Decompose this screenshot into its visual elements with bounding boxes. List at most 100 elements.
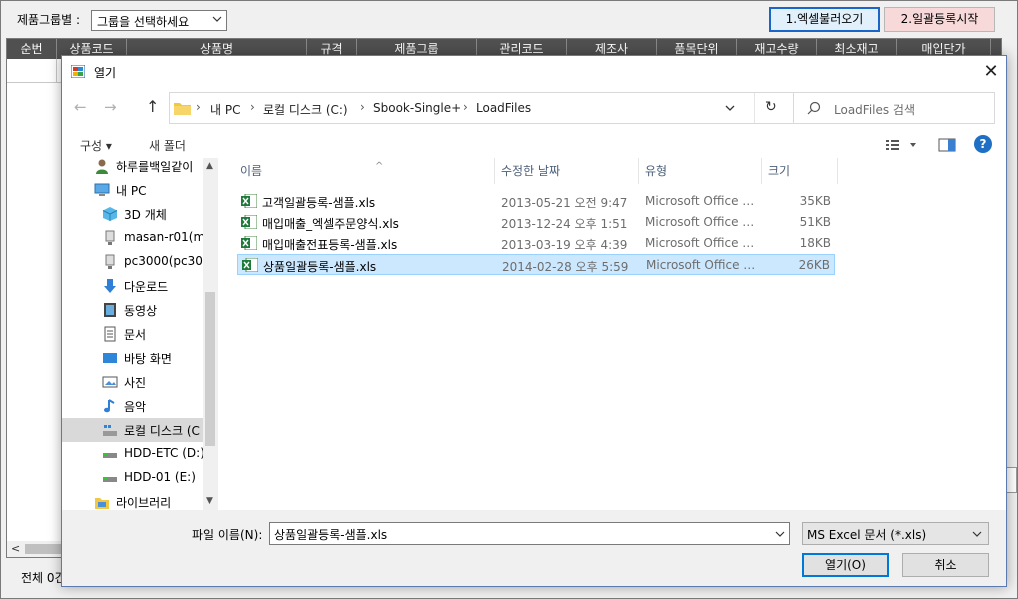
breadcrumb-item[interactable]: 내 PC bbox=[210, 101, 240, 118]
sidebar-item-label: 다운로드 bbox=[124, 280, 169, 294]
filetype-select[interactable]: MS Excel 문서 (*.xls) bbox=[802, 522, 989, 545]
video-icon bbox=[104, 303, 116, 317]
excel-file-icon bbox=[242, 258, 258, 272]
filename-label: 파일 이름(N): bbox=[192, 528, 263, 542]
file-name: 고객일괄등록-샘플.xls bbox=[262, 196, 376, 210]
network-drive-icon bbox=[105, 230, 115, 245]
navigation-bar: ← → ↑ › 내 PC › 로컬 디스크 (C:) › Sbook-Singl… bbox=[62, 86, 1006, 130]
file-list-header: ^ 이름 수정한 날짜 유형 크기 bbox=[218, 158, 1007, 184]
group-select[interactable]: 그룹을 선택하세요 bbox=[91, 10, 227, 31]
chevron-down-icon[interactable] bbox=[775, 529, 785, 539]
column-header-label: 유형 bbox=[645, 164, 668, 178]
scroll-thumb[interactable] bbox=[205, 292, 215, 446]
sidebar-item-drive-e[interactable]: HDD-01 (E:) bbox=[62, 466, 203, 490]
open-file-dialog: 열기 ✕ ← → ↑ › 내 PC › 로컬 디스크 (C:) › Sbook-… bbox=[61, 55, 1007, 587]
close-button[interactable]: ✕ bbox=[980, 61, 1002, 83]
breadcrumb-item[interactable]: Sbook-Single+ bbox=[373, 101, 461, 115]
back-arrow-icon[interactable]: ← bbox=[74, 98, 87, 116]
column-header-label: 이름 bbox=[240, 164, 263, 178]
search-box[interactable]: LoadFiles 검색 bbox=[793, 92, 995, 124]
breadcrumb-separator-icon: › bbox=[196, 100, 201, 114]
sidebar-item-label: 바탕 화면 bbox=[124, 352, 172, 366]
refresh-icon: ↻ bbox=[765, 99, 777, 115]
forward-arrow-icon[interactable]: → bbox=[104, 98, 117, 116]
sidebar-item-drive-d[interactable]: HDD-ETC (D:) bbox=[62, 442, 203, 466]
address-bar[interactable]: › 내 PC › 로컬 디스크 (C:) › Sbook-Single+ › L… bbox=[169, 92, 810, 124]
chevron-down-icon bbox=[972, 531, 982, 537]
user-icon bbox=[96, 159, 108, 174]
file-row[interactable]: 매입매출_엑셀주문양식.xls 2013-12-24 오후 1:51 Micro… bbox=[237, 212, 835, 233]
file-date: 2013-03-19 오후 4:39 bbox=[501, 238, 628, 252]
sidebar-item-label: 라이브러리 bbox=[116, 496, 172, 510]
breadcrumb-item[interactable]: LoadFiles bbox=[476, 101, 531, 115]
bulk-register-button[interactable]: 2.일괄등록시작 bbox=[884, 7, 995, 32]
windows-drive-icon bbox=[103, 425, 117, 436]
column-header-date[interactable]: 수정한 날짜 bbox=[495, 158, 639, 184]
dialog-footer: 파일 이름(N): 상품일괄등록-샘플.xls MS Excel 문서 (*.x… bbox=[62, 510, 1006, 586]
sidebar-item-desktop[interactable]: 바탕 화면 bbox=[62, 346, 203, 370]
chevron-up-icon[interactable]: ▲ bbox=[206, 161, 213, 171]
file-row-selected[interactable]: 상품일괄등록-샘플.xls 2014-02-28 오후 5:59 Microso… bbox=[237, 254, 835, 275]
excel-load-button[interactable]: 1.엑셀불러오기 bbox=[769, 7, 880, 32]
search-input[interactable]: LoadFiles 검색 bbox=[834, 101, 915, 118]
grid-col-header[interactable]: 순번 bbox=[7, 39, 57, 59]
column-header-size[interactable]: 크기 bbox=[762, 158, 838, 184]
group-filter-label: 제품그룹별 : bbox=[17, 13, 81, 27]
sidebar-item-label: 문서 bbox=[124, 328, 147, 342]
navigation-pane[interactable]: 하루를백일같이 내 PC 3D 개체 masan-r01(ma pc3000(p… bbox=[62, 158, 217, 510]
sidebar-item-downloads[interactable]: 다운로드 bbox=[62, 274, 203, 298]
view-options-icon[interactable] bbox=[884, 137, 920, 153]
file-list[interactable]: ^ 이름 수정한 날짜 유형 크기 고객일괄등록-샘플.xls 2013-05-… bbox=[217, 158, 1006, 510]
sidebar-item-user[interactable]: 하루를백일같이 bbox=[62, 158, 203, 178]
folder-icon bbox=[174, 103, 191, 115]
chevron-down-icon[interactable] bbox=[724, 102, 736, 114]
drive-icon bbox=[103, 477, 117, 482]
open-button[interactable]: 열기(O) bbox=[802, 553, 889, 577]
dialog-titlebar[interactable]: 열기 ✕ bbox=[62, 56, 1006, 86]
excel-file-icon bbox=[241, 236, 257, 250]
file-name: 매입매출전표등록-샘플.xls bbox=[262, 238, 398, 252]
filename-field[interactable]: 상품일괄등록-샘플.xls bbox=[269, 522, 790, 545]
sidebar-item-3d-objects[interactable]: 3D 개체 bbox=[62, 202, 203, 226]
help-icon[interactable]: ? bbox=[974, 135, 992, 153]
close-icon: ✕ bbox=[983, 61, 999, 82]
sidebar-item-pictures[interactable]: 사진 bbox=[62, 370, 203, 394]
sidebar-item-local-disk[interactable]: 로컬 디스크 (C bbox=[62, 418, 203, 442]
sidebar-item-libraries[interactable]: 라이브러리 bbox=[62, 490, 203, 510]
sidebar-item-music[interactable]: 음악 bbox=[62, 394, 203, 418]
sidebar-item-label: HDD-01 (E:) bbox=[124, 470, 196, 484]
scroll-left-icon[interactable]: < bbox=[11, 542, 20, 555]
sidebar-item-documents[interactable]: 문서 bbox=[62, 322, 203, 346]
search-icon bbox=[807, 101, 821, 115]
file-name: 상품일괄등록-샘플.xls bbox=[263, 260, 377, 274]
sidebar-item-videos[interactable]: 동영상 bbox=[62, 298, 203, 322]
excel-file-icon bbox=[241, 215, 257, 229]
new-folder-button[interactable]: 새 폴더 bbox=[149, 137, 186, 154]
chevron-down-icon[interactable]: ▼ bbox=[206, 496, 213, 506]
file-size: 26KB bbox=[798, 258, 830, 272]
organize-button[interactable]: 구성 ▾ bbox=[80, 137, 112, 154]
column-header-name[interactable]: ^ 이름 bbox=[234, 158, 495, 184]
file-row[interactable]: 매입매출전표등록-샘플.xls 2013-03-19 오후 4:39 Micro… bbox=[237, 233, 835, 254]
column-header-type[interactable]: 유형 bbox=[639, 158, 762, 184]
cube-icon bbox=[102, 207, 118, 221]
record-count-status: 전체 0건 bbox=[21, 571, 66, 585]
cancel-button[interactable]: 취소 bbox=[902, 553, 989, 577]
table-cell[interactable] bbox=[7, 59, 57, 83]
sidebar-item-label: HDD-ETC (D:) bbox=[124, 446, 203, 460]
sidebar-item-network-drive[interactable]: masan-r01(ma bbox=[62, 226, 203, 250]
filetype-value: MS Excel 문서 (*.xls) bbox=[807, 528, 927, 542]
file-date: 2013-12-24 오후 1:51 bbox=[501, 217, 628, 231]
file-name: 매입매출_엑셀주문양식.xls bbox=[262, 217, 399, 231]
sidebar-item-label: pc3000(pc300 bbox=[124, 254, 203, 268]
file-row[interactable]: 고객일괄등록-샘플.xls 2013-05-21 오전 9:47 Microso… bbox=[237, 191, 835, 212]
preview-pane-icon[interactable] bbox=[938, 138, 956, 152]
up-arrow-icon[interactable]: ↑ bbox=[146, 97, 159, 116]
sidebar-item-label: 음악 bbox=[124, 400, 147, 414]
sidebar-item-network-drive[interactable]: pc3000(pc300 bbox=[62, 250, 203, 274]
drive-icon bbox=[103, 453, 117, 458]
sidebar-item-this-pc[interactable]: 내 PC bbox=[62, 178, 203, 202]
music-icon bbox=[104, 399, 115, 413]
breadcrumb-item[interactable]: 로컬 디스크 (C:) bbox=[263, 101, 348, 118]
sidebar-scrollbar[interactable]: ▲ ▼ bbox=[203, 158, 217, 510]
